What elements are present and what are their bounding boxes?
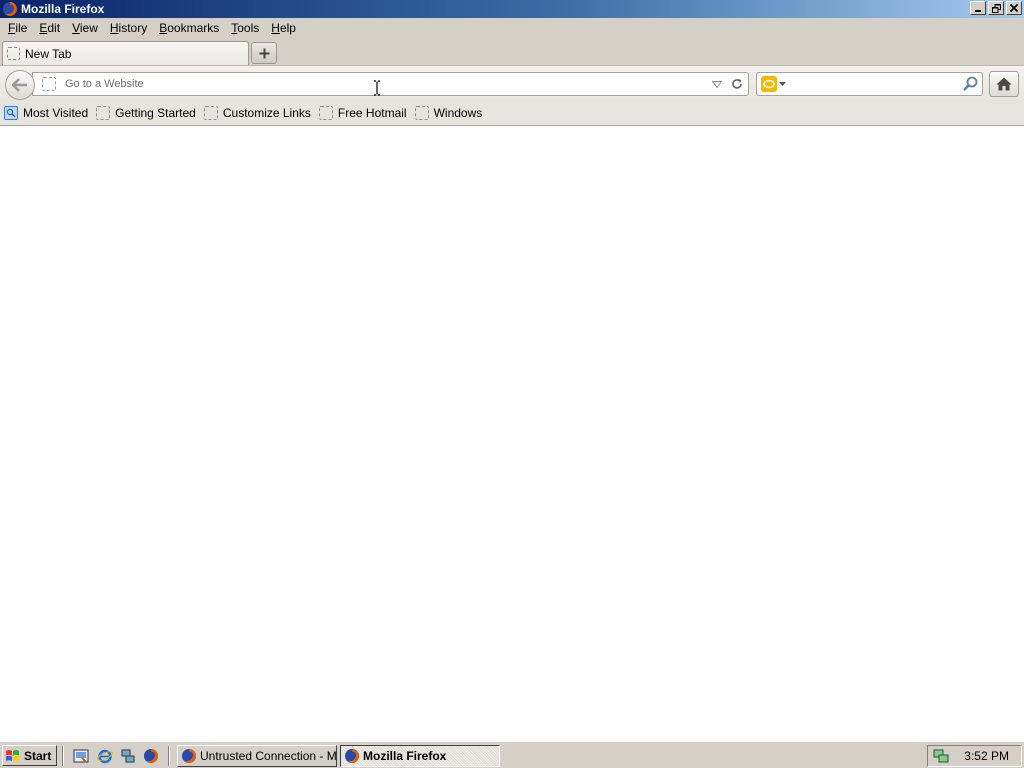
bookmark-getting-started[interactable]: Getting Started	[96, 106, 196, 120]
firefox-icon	[144, 749, 158, 763]
show-desktop-icon	[73, 749, 89, 763]
tab-strip: New Tab	[0, 39, 1024, 65]
back-arrow-icon	[12, 78, 27, 92]
blank-page-icon	[7, 47, 20, 60]
menu-help[interactable]: Help	[265, 19, 302, 38]
reload-icon	[732, 79, 742, 89]
page-icon	[96, 106, 111, 120]
menu-tools[interactable]: Tools	[225, 19, 265, 38]
home-button[interactable]	[989, 71, 1019, 97]
menu-bar: File Edit View History Bookmarks Tools H…	[0, 18, 1024, 39]
menu-tools-label: ools	[237, 21, 260, 35]
taskbar-separator	[168, 746, 170, 766]
close-icon	[1010, 4, 1018, 12]
taskbar: Start Untrusted Connection - M... Mozill…	[0, 741, 1024, 768]
search-engine-logo-icon	[761, 76, 777, 92]
minimize-button[interactable]	[970, 1, 986, 15]
menu-history-accel: H	[109, 21, 119, 35]
dropdown-arrow-icon	[712, 80, 722, 88]
menu-history[interactable]: History	[104, 19, 153, 38]
home-icon	[996, 77, 1012, 91]
restore-icon	[991, 3, 1001, 13]
most-visited-icon	[4, 106, 18, 120]
page-icon	[414, 106, 429, 120]
page-icon	[203, 106, 218, 120]
url-input[interactable]	[65, 74, 708, 94]
internet-explorer-icon	[97, 749, 113, 764]
window-title-bar[interactable]: Mozilla Firefox	[0, 0, 1024, 18]
start-button[interactable]: Start	[2, 745, 57, 766]
close-button[interactable]	[1006, 1, 1022, 15]
bookmarks-toolbar: Most Visited Getting Started Customize L…	[0, 101, 1024, 126]
menu-view-accel: V	[72, 21, 80, 35]
task-label: Untrusted Connection - M...	[200, 749, 337, 763]
bookmark-label: Free Hotmail	[337, 106, 407, 120]
search-input[interactable]	[789, 74, 958, 94]
quicklaunch-network[interactable]	[119, 747, 137, 765]
network-status-icon[interactable]	[932, 748, 950, 764]
url-history-dropdown[interactable]	[708, 80, 726, 88]
navigation-toolbar	[0, 65, 1024, 101]
menu-history-label: istory	[118, 21, 148, 35]
bookmark-windows[interactable]: Windows	[414, 106, 483, 120]
search-bar[interactable]	[756, 72, 983, 96]
bookmark-label: Getting Started	[115, 106, 196, 120]
quicklaunch-internet-explorer[interactable]	[96, 747, 114, 765]
tab-label: New Tab	[25, 46, 72, 61]
bookmark-most-visited[interactable]: Most Visited	[4, 106, 88, 120]
task-button-untrusted-connection[interactable]: Untrusted Connection - M...	[177, 745, 337, 767]
chevron-down-icon	[779, 82, 786, 86]
task-label: Mozilla Firefox	[363, 749, 447, 763]
page-content[interactable]	[0, 126, 1024, 741]
menu-edit-label: dit	[47, 21, 61, 35]
plus-icon	[259, 48, 269, 58]
reload-button[interactable]	[726, 78, 748, 90]
site-identity-icon[interactable]	[42, 77, 56, 91]
window-controls	[970, 1, 1022, 15]
window-title: Mozilla Firefox	[21, 2, 105, 16]
menu-bookmarks[interactable]: Bookmarks	[153, 19, 225, 38]
bookmark-free-hotmail[interactable]: Free Hotmail	[318, 106, 407, 120]
network-icon	[121, 749, 135, 763]
search-engine-button[interactable]	[757, 73, 789, 95]
quicklaunch-firefox[interactable]	[142, 747, 160, 765]
new-tab-button[interactable]	[251, 42, 277, 64]
menu-edit[interactable]: Edit	[33, 19, 66, 38]
bookmark-label: Customize Links	[222, 106, 311, 120]
clock[interactable]: 3:52 PM	[964, 749, 1009, 763]
quicklaunch-show-desktop[interactable]	[72, 747, 90, 765]
menu-bookmarks-label: ookmarks	[167, 21, 220, 35]
menu-file-label: ile	[15, 21, 28, 35]
tab-new-tab[interactable]: New Tab	[2, 41, 249, 65]
menu-view[interactable]: View	[66, 19, 104, 38]
magnifier-icon	[963, 76, 978, 91]
firefox-icon	[182, 749, 196, 763]
restore-button[interactable]	[988, 1, 1004, 15]
menu-file[interactable]: File	[2, 19, 33, 38]
firefox-icon	[3, 2, 17, 16]
minimize-icon	[975, 10, 981, 12]
windows-logo-icon	[6, 749, 19, 761]
search-go-button[interactable]	[958, 76, 982, 92]
menu-help-label: elp	[279, 21, 296, 35]
bookmark-customize-links[interactable]: Customize Links	[203, 106, 311, 120]
taskbar-separator	[62, 746, 64, 766]
menu-help-accel: H	[271, 21, 280, 35]
menu-view-label: iew	[79, 21, 98, 35]
page-icon	[318, 106, 333, 120]
start-label: Start	[24, 748, 52, 763]
task-button-mozilla-firefox[interactable]: Mozilla Firefox	[340, 745, 500, 767]
back-button[interactable]	[5, 70, 35, 100]
bookmark-label: Most Visited	[23, 106, 89, 120]
bookmark-label: Windows	[433, 106, 483, 120]
url-bar[interactable]	[32, 72, 749, 96]
firefox-icon	[345, 749, 359, 763]
system-tray: 3:52 PM	[927, 745, 1022, 767]
